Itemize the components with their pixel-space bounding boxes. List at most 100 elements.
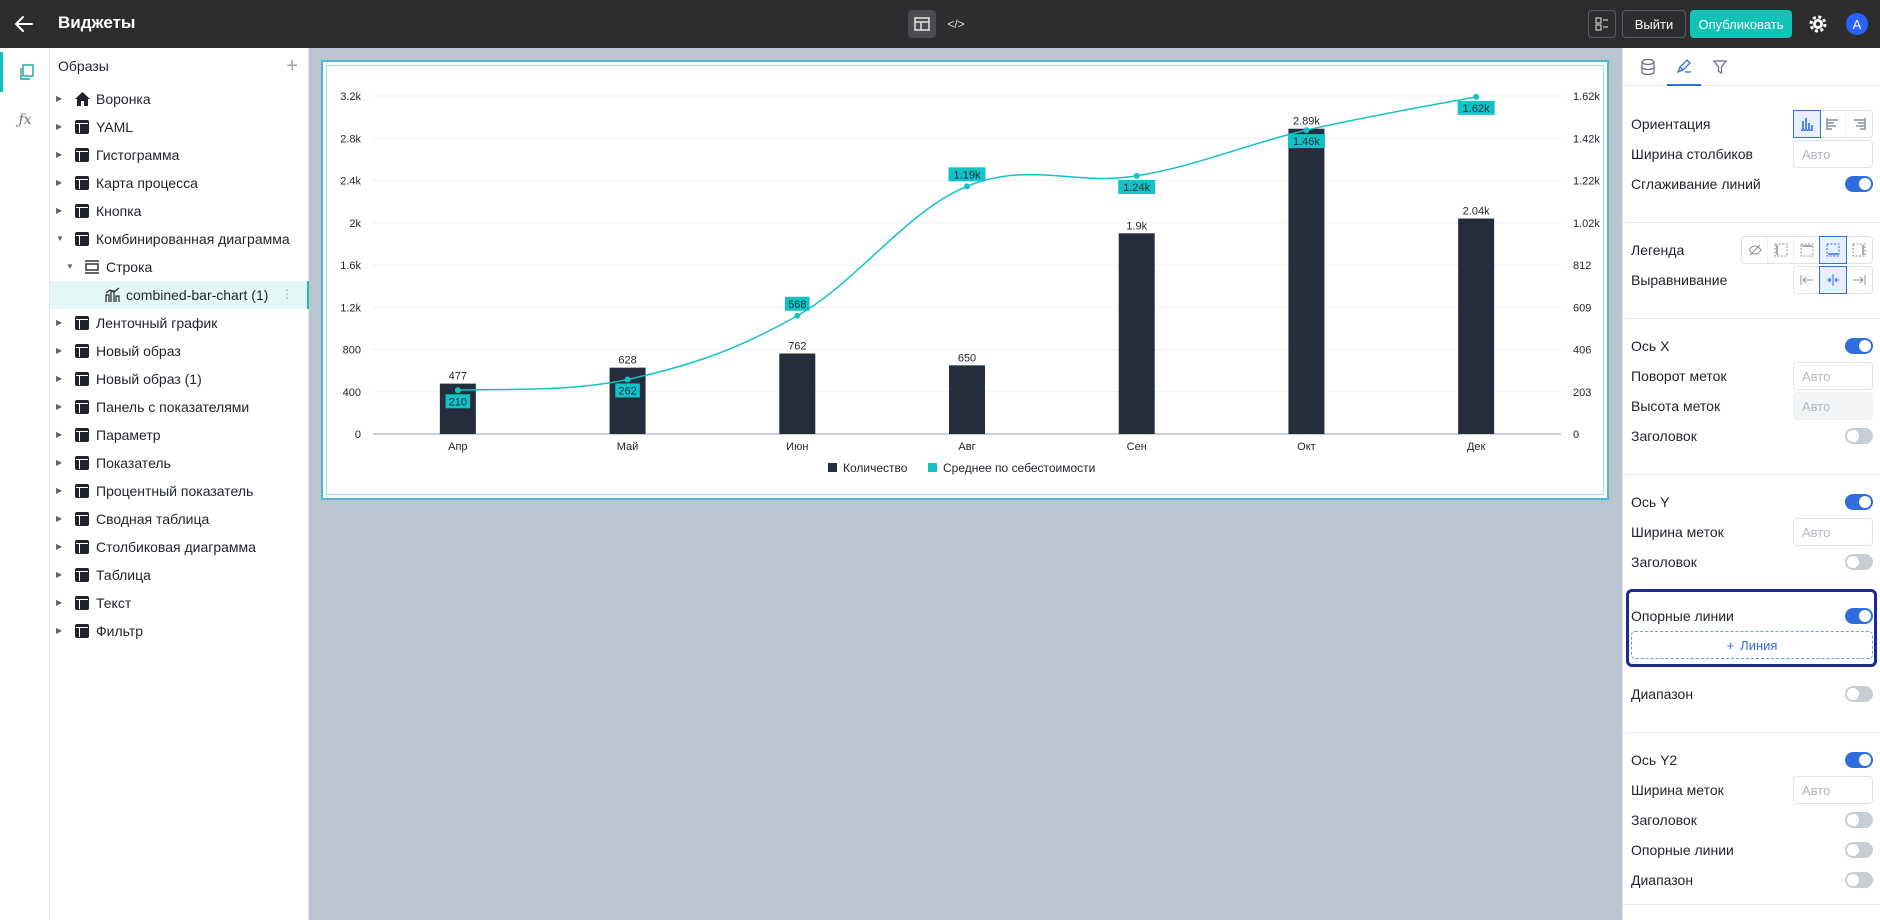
caret-down-icon[interactable]: ▼ <box>66 263 74 271</box>
divider <box>1623 732 1880 733</box>
more-icon[interactable]: ⋮ <box>281 287 293 301</box>
y2-axis-toggle[interactable] <box>1845 752 1873 768</box>
tree-item[interactable]: ▶ Таблица <box>50 561 309 589</box>
y-title-toggle[interactable] <box>1845 554 1873 570</box>
caret-down-icon[interactable]: ▼ <box>56 235 64 243</box>
tree-item[interactable]: ▶ YAML <box>50 113 309 141</box>
tree-item[interactable]: ▶ Текст <box>50 589 309 617</box>
functions-icon[interactable]: ƒx <box>0 100 50 140</box>
tree-item[interactable]: ▶ Новый образ <box>50 337 309 365</box>
caret-right-icon[interactable]: ▶ <box>56 319 64 327</box>
y-range-toggle[interactable] <box>1845 686 1873 702</box>
caret-right-icon[interactable]: ▶ <box>56 627 64 635</box>
tree-item[interactable]: ▼ Строка <box>50 253 309 281</box>
legend-hidden-icon[interactable] <box>1742 237 1768 263</box>
filter-icon[interactable] <box>1703 48 1737 86</box>
legend-left-icon[interactable] <box>1768 237 1794 263</box>
y2-tick-label: 1.22k <box>1573 176 1600 188</box>
bar-value-label: 2.89k <box>1293 116 1320 128</box>
tree-item[interactable]: ▶ Показатель <box>50 449 309 477</box>
caret-right-icon[interactable]: ▶ <box>56 347 64 355</box>
tree-item-label: Воронка <box>96 91 151 107</box>
caret-right-icon[interactable]: ▶ <box>56 403 64 411</box>
tree-item[interactable]: ▶ Процентный показатель <box>50 477 309 505</box>
caret-right-icon[interactable]: ▶ <box>56 459 64 467</box>
tree-item[interactable]: ▶ Воронка <box>50 85 309 113</box>
caret-right-icon[interactable] <box>86 291 94 299</box>
y-axis-toggle[interactable] <box>1845 494 1873 510</box>
y2-tick-label: 1.62k <box>1573 91 1600 103</box>
tree-item-label: Кнопка <box>96 203 142 219</box>
caret-right-icon[interactable]: ▶ <box>56 543 64 551</box>
tree-item[interactable]: ▶ Ленточный график <box>50 309 309 337</box>
tree-item[interactable]: ▶ Гистограмма <box>50 141 309 169</box>
pages-icon[interactable] <box>0 52 50 92</box>
bar <box>1458 218 1495 434</box>
avatar[interactable]: A <box>1846 13 1868 35</box>
vertical-bars-icon[interactable] <box>1793 110 1821 138</box>
y2-range-toggle[interactable] <box>1845 872 1873 888</box>
caret-right-icon[interactable]: ▶ <box>56 515 64 523</box>
table-icon <box>74 203 90 219</box>
align-center-icon[interactable] <box>1819 266 1847 294</box>
align-left-icon[interactable] <box>1794 267 1820 293</box>
tree-item[interactable]: ▶ Карта процесса <box>50 169 309 197</box>
combined-chart-widget[interactable]: 0 400 800 1.2k 1.6k 2k 2.4k 2.8k 3.2k 0 203 406 609 8… <box>321 60 1609 500</box>
exit-button[interactable]: Выйти <box>1622 10 1686 38</box>
style-brush-icon[interactable] <box>1667 48 1701 86</box>
caret-right-icon[interactable]: ▶ <box>56 151 64 159</box>
y2-ref-lines-toggle[interactable] <box>1845 842 1873 858</box>
tree-item[interactable]: ▶ Кнопка <box>50 197 309 225</box>
bar-width-input[interactable]: Авто <box>1793 140 1873 168</box>
tree-item[interactable]: ▶ Новый образ (1) <box>50 365 309 393</box>
plus-icon: + <box>1726 637 1735 653</box>
layout-view-icon[interactable] <box>908 10 936 38</box>
tree-item-label: Новый образ (1) <box>96 371 202 387</box>
add-icon[interactable]: + <box>286 55 298 78</box>
code-view-icon[interactable]: </> <box>942 10 970 38</box>
properties-tabs <box>1623 48 1880 86</box>
caret-right-icon[interactable]: ▶ <box>56 487 64 495</box>
horizontal-bars-right-icon[interactable] <box>1846 111 1872 137</box>
horizontal-bars-icon[interactable] <box>1820 111 1846 137</box>
tree-item[interactable]: combined-bar-chart (1) ⋮ <box>50 281 309 309</box>
line-point <box>1133 172 1140 179</box>
tree-item[interactable]: ▶ Панель с показателями <box>50 393 309 421</box>
tree-item[interactable]: ▶ Параметр <box>50 421 309 449</box>
gear-icon[interactable] <box>1806 12 1830 36</box>
tree-item[interactable]: ▶ Сводная таблица <box>50 505 309 533</box>
caret-right-icon[interactable]: ▶ <box>56 207 64 215</box>
x-title-toggle[interactable] <box>1845 428 1873 444</box>
smoothing-toggle[interactable] <box>1845 176 1873 192</box>
y2-label-width-input[interactable]: Авто <box>1793 776 1873 804</box>
align-right-icon[interactable] <box>1846 267 1872 293</box>
alignment-row: Выравнивание <box>1631 262 1873 298</box>
x-axis-toggle[interactable] <box>1845 338 1873 354</box>
caret-right-icon[interactable]: ▶ <box>56 123 64 131</box>
caret-right-icon[interactable]: ▶ <box>56 95 64 103</box>
line-value-label: 568 <box>788 299 806 311</box>
y-label-width-input[interactable]: Авто <box>1793 518 1873 546</box>
preview-icon[interactable] <box>1588 10 1616 38</box>
legend-bottom-icon[interactable] <box>1819 236 1847 264</box>
table-icon <box>74 539 90 555</box>
y2-title-toggle[interactable] <box>1845 812 1873 828</box>
back-arrow-icon[interactable] <box>12 12 36 36</box>
tree-item[interactable]: ▶ Столбиковая диаграмма <box>50 533 309 561</box>
tree-item[interactable]: ▼ Комбинированная диаграмма <box>50 225 309 253</box>
legend-right-icon[interactable] <box>1846 237 1872 263</box>
y-ref-lines-toggle[interactable] <box>1845 608 1873 624</box>
legend-top-icon[interactable] <box>1794 237 1820 263</box>
add-line-button[interactable]: + Линия <box>1631 631 1873 659</box>
caret-right-icon[interactable]: ▶ <box>56 599 64 607</box>
caret-right-icon[interactable]: ▶ <box>56 571 64 579</box>
data-source-icon[interactable] <box>1631 48 1665 86</box>
y2-tick-label: 0 <box>1573 429 1579 441</box>
caret-right-icon[interactable]: ▶ <box>56 179 64 187</box>
caret-right-icon[interactable]: ▶ <box>56 431 64 439</box>
tree-item[interactable]: ▶ Фильтр <box>50 617 309 645</box>
publish-button[interactable]: Опубликовать <box>1690 10 1792 38</box>
tree-item-label: Комбинированная диаграмма <box>96 231 290 247</box>
label-rotation-input[interactable]: Авто <box>1793 362 1873 390</box>
caret-right-icon[interactable]: ▶ <box>56 375 64 383</box>
